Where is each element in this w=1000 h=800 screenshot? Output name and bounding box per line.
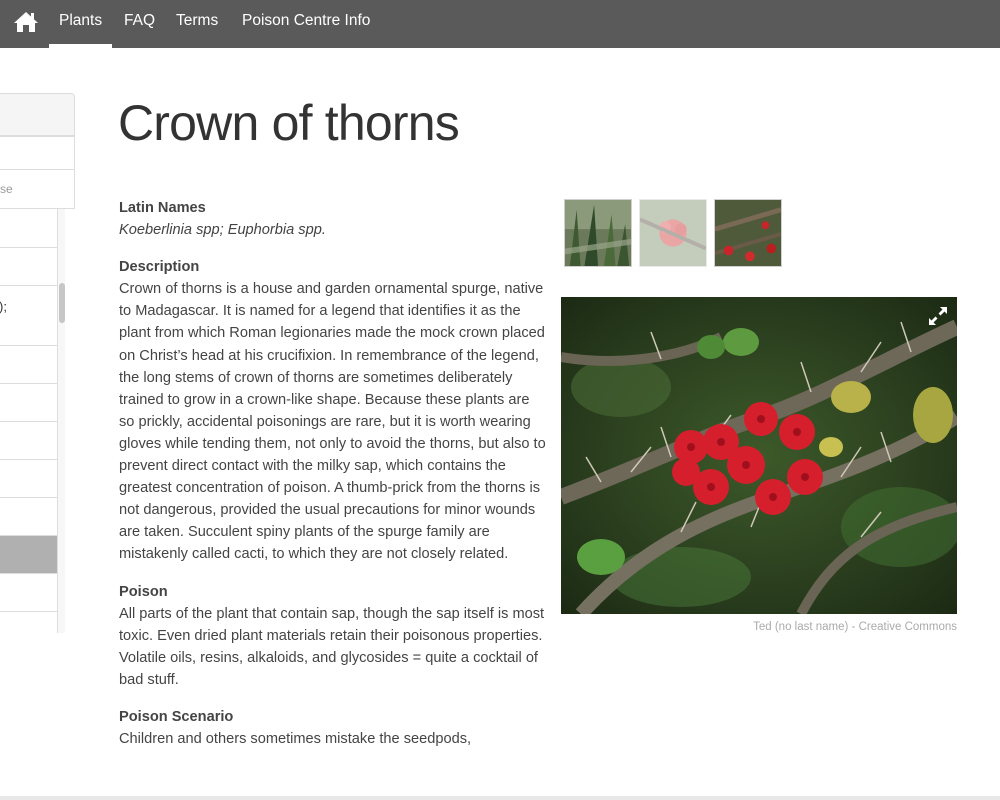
poison-scenario-text: Children and others sometimes mistake th…: [119, 731, 472, 748]
latin-names-label: Latin Names: [119, 200, 206, 216]
description-section: Description Crown of thorns is a house a…: [119, 256, 547, 565]
poison-scenario-section: Poison Scenario Children and others some…: [119, 706, 547, 750]
sidebar-search-input[interactable]: se: [0, 169, 75, 209]
plant-sidebar: se );: [0, 93, 75, 633]
plant-details: Latin Names Koeberlinia spp; Euphorbia s…: [119, 197, 547, 765]
poison-text: All parts of the plant that contain sap,…: [119, 605, 545, 688]
description-label: Description: [119, 259, 200, 276]
latin-names-value: Koeberlinia spp; Euphorbia spp.: [119, 222, 326, 239]
sidebar-item[interactable]: [0, 422, 57, 460]
sidebar-scrollbar-thumb[interactable]: [59, 283, 65, 323]
gallery-thumbnail-1[interactable]: [564, 199, 632, 267]
main-plant-image[interactable]: [561, 297, 957, 614]
sidebar-plant-list: );: [0, 209, 58, 633]
sidebar-item[interactable]: [0, 248, 57, 286]
sidebar-item[interactable]: );: [0, 286, 57, 346]
nav-poison-centre-info[interactable]: Poison Centre Info: [242, 0, 370, 48]
gallery-thumbnail-3[interactable]: [714, 199, 782, 267]
nav-faq[interactable]: FAQ: [124, 0, 155, 48]
top-navbar: Plants FAQ Terms Poison Centre Info: [0, 0, 1000, 48]
sidebar-header: [0, 93, 75, 136]
sidebar-scrollbar-track[interactable]: [58, 209, 65, 633]
sidebar-search-placeholder: se: [0, 182, 13, 196]
sidebar-item[interactable]: [0, 209, 57, 248]
home-icon[interactable]: [13, 9, 39, 35]
page-title: Crown of thorns: [118, 95, 460, 151]
sidebar-item[interactable]: [0, 384, 57, 422]
latin-names-section: Latin Names Koeberlinia spp; Euphorbia s…: [119, 197, 547, 241]
nav-plants[interactable]: Plants: [48, 0, 113, 48]
gallery-thumbnail-2[interactable]: [639, 199, 707, 267]
sidebar-item[interactable]: [0, 498, 57, 536]
poison-section: Poison All parts of the plant that conta…: [119, 581, 547, 691]
sidebar-item[interactable]: [0, 574, 57, 612]
poison-scenario-label: Poison Scenario: [119, 708, 234, 725]
nav-terms[interactable]: Terms: [176, 0, 218, 48]
poison-label: Poison: [119, 583, 168, 600]
image-credit: Ted (no last name) - Creative Commons: [753, 621, 957, 633]
bottom-edge: [0, 796, 1000, 800]
description-text: Crown of thorns is a house and garden or…: [119, 281, 546, 563]
sidebar-item[interactable]: [0, 460, 57, 498]
expand-icon[interactable]: [927, 305, 949, 327]
sidebar-item-active[interactable]: [0, 536, 57, 574]
sidebar-item[interactable]: [0, 346, 57, 384]
sidebar-item-label: );: [0, 299, 7, 314]
sidebar-filter-input[interactable]: [0, 136, 75, 170]
